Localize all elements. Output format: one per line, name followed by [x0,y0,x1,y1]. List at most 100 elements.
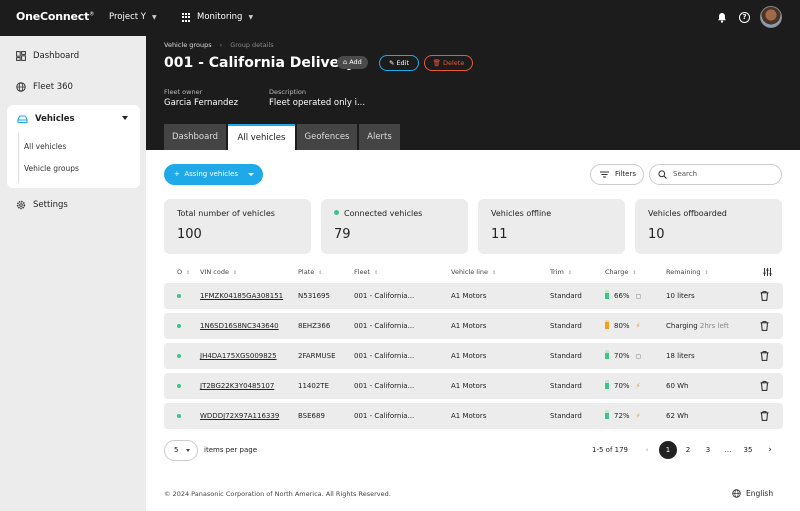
charging-bolt-icon: ⚡ [635,412,641,420]
filters-button[interactable]: Filters [590,164,644,185]
sort-icon: ⇕ [186,270,191,276]
prev-page-button[interactable]: ‹ [638,441,656,459]
chevron-down-icon[interactable] [122,116,128,120]
vehicle-line-cell: A1 Motors [451,322,487,330]
sidebar-subitem-all-vehicles[interactable]: All vehicles [24,142,66,151]
vehicle-line-cell: A1 Motors [451,382,487,390]
fleet-owner-value: Garcia Fernandez [164,98,239,108]
remaining-value: Charging [666,322,698,330]
sidebar-item-dashboard[interactable]: Dashboard [16,51,79,61]
trash-icon[interactable] [760,351,769,361]
online-status-dot [177,324,181,328]
table-row[interactable]: 1FMZK04185GA308151 N531695 001 - Californi… [164,283,783,309]
page-2-button[interactable]: 2 [679,441,697,459]
column-header-fleet[interactable]: Fleet ⇕ [354,268,378,276]
page-35-button[interactable]: 35 [739,441,757,459]
divider [18,133,19,183]
assign-vehicles-button[interactable]: + Assing vehicles [164,164,263,185]
fleet-cell: 001 - California... [354,412,415,420]
tab-all-vehicles[interactable]: All vehicles [228,124,295,150]
stat-value: 11 [491,227,508,242]
column-header-charge[interactable]: Charge ⇕ [605,268,637,276]
vin-link[interactable]: JT2BG22K3Y0485107 [200,373,274,399]
edit-button[interactable]: ✎ Edit [379,55,419,71]
column-header-vehicle-line[interactable]: Vehicle line ⇕ [451,268,496,276]
search-icon [658,170,667,179]
sort-icon: ⇕ [567,270,573,276]
delete-button[interactable]: 🗑 Delete [424,55,473,71]
fleet-cell: 001 - California... [354,382,415,390]
trash-icon[interactable] [760,381,769,391]
charge-value: 70% [614,382,630,390]
vin-link[interactable]: WDDDJ72X97A116339 [200,403,279,429]
description-value[interactable]: Fleet operated only i... [269,98,365,108]
group-header: Vehicle groups › Group details 001 - Calif… [146,36,800,150]
avatar[interactable] [760,6,782,28]
page-1-button[interactable]: 1 [659,441,677,459]
per-page-select[interactable]: 5 [164,440,198,461]
pagination-range: 1-5 of 179 [592,446,628,454]
battery-icon [605,290,609,299]
project-selector[interactable]: Project Y ▼ [109,12,157,22]
help-icon[interactable]: ? [739,12,750,23]
remaining-value: 60 Wh [666,382,689,390]
column-header-plate[interactable]: Plate ⇕ [298,268,322,276]
stat-value: 10 [648,227,665,242]
plate-cell: 11402TE [298,382,329,390]
app-logo[interactable]: OneConnect® [16,10,94,23]
fleet-owner-label: Fleet owner [164,88,203,96]
module-selector[interactable]: Monitoring ▼ [197,12,253,22]
column-header-remaining[interactable]: Remaining ⇕ [666,268,709,276]
breadcrumb-current: Group details [230,41,274,49]
plate-cell: BSE689 [298,412,325,420]
column-header-trim[interactable]: Trim ⇕ [550,268,572,276]
plug-icon: ▢ [635,293,642,300]
sidebar-item-vehicles[interactable]: Vehicles All vehicles Vehicle groups [7,105,140,188]
tab-dashboard[interactable]: Dashboard [164,124,226,150]
chevron-right-icon: › [219,41,223,49]
search-input[interactable]: Search [649,164,782,185]
trash-icon[interactable] [760,321,769,331]
table-row[interactable]: JH4DA175XGS009825 2FARMUSE 001 - Californi… [164,343,783,369]
table-row[interactable]: WDDDJ72X97A116339 BSE689 001 - California.… [164,403,783,429]
breadcrumb: Vehicle groups › Group details [164,41,274,49]
sidebar-subitem-vehicle-groups[interactable]: Vehicle groups [24,164,79,173]
tab-alerts[interactable]: Alerts [359,124,400,150]
breadcrumb-vehicle-groups[interactable]: Vehicle groups [164,41,212,49]
apps-grid-icon[interactable] [182,13,191,22]
online-status-dot [177,354,181,358]
remaining-value: 10 liters [666,292,695,300]
table-row[interactable]: JT2BG22K3Y0485107 11402TE 001 - California… [164,373,783,399]
remaining-cell: 62 Wh [666,403,689,429]
vin-link[interactable]: 1FMZK04185GA308151 [200,283,283,309]
remaining-cell: 10 liters [666,283,695,309]
sidebar-item-label: Dashboard [33,51,80,61]
plate-cell: 2FARMUSE [298,352,336,360]
trim-cell: Standard [550,412,582,420]
status-dot [334,210,339,215]
table-row[interactable]: 1N6SD16S8NC343640 8EHZ366 001 - California… [164,313,783,339]
trash-icon[interactable] [760,291,769,301]
tab-geofences[interactable]: Geofences [297,124,357,150]
column-header-status[interactable]: O ⇕ [177,268,190,276]
sidebar-item-settings[interactable]: Settings [16,200,68,210]
trash-icon[interactable] [760,411,769,421]
sidebar-item-fleet-360[interactable]: Fleet 360 [16,82,73,92]
vehicle-line-cell: A1 Motors [451,292,487,300]
copyright: © 2024 Panasonic Corporation of North Am… [164,490,391,498]
add-tag-button[interactable]: ⌂ Add [337,56,368,69]
vin-link[interactable]: 1N6SD16S8NC343640 [200,313,279,339]
column-settings-icon[interactable] [763,268,772,276]
column-header-vin[interactable]: VIN code ⇕ [200,268,237,276]
stat-value: 100 [177,227,202,242]
stat-label: Vehicles offboarded [648,209,727,218]
page-3-button[interactable]: 3 [699,441,717,459]
vin-link[interactable]: JH4DA175XGS009825 [200,343,277,369]
stat-label: Connected vehicles [334,209,422,218]
charge-value: 72% [614,412,630,420]
bell-icon[interactable] [717,12,727,23]
description-label: Description [269,88,307,96]
language-selector[interactable]: English [732,489,773,498]
next-page-button[interactable]: › [761,441,779,459]
filter-icon [600,171,609,178]
